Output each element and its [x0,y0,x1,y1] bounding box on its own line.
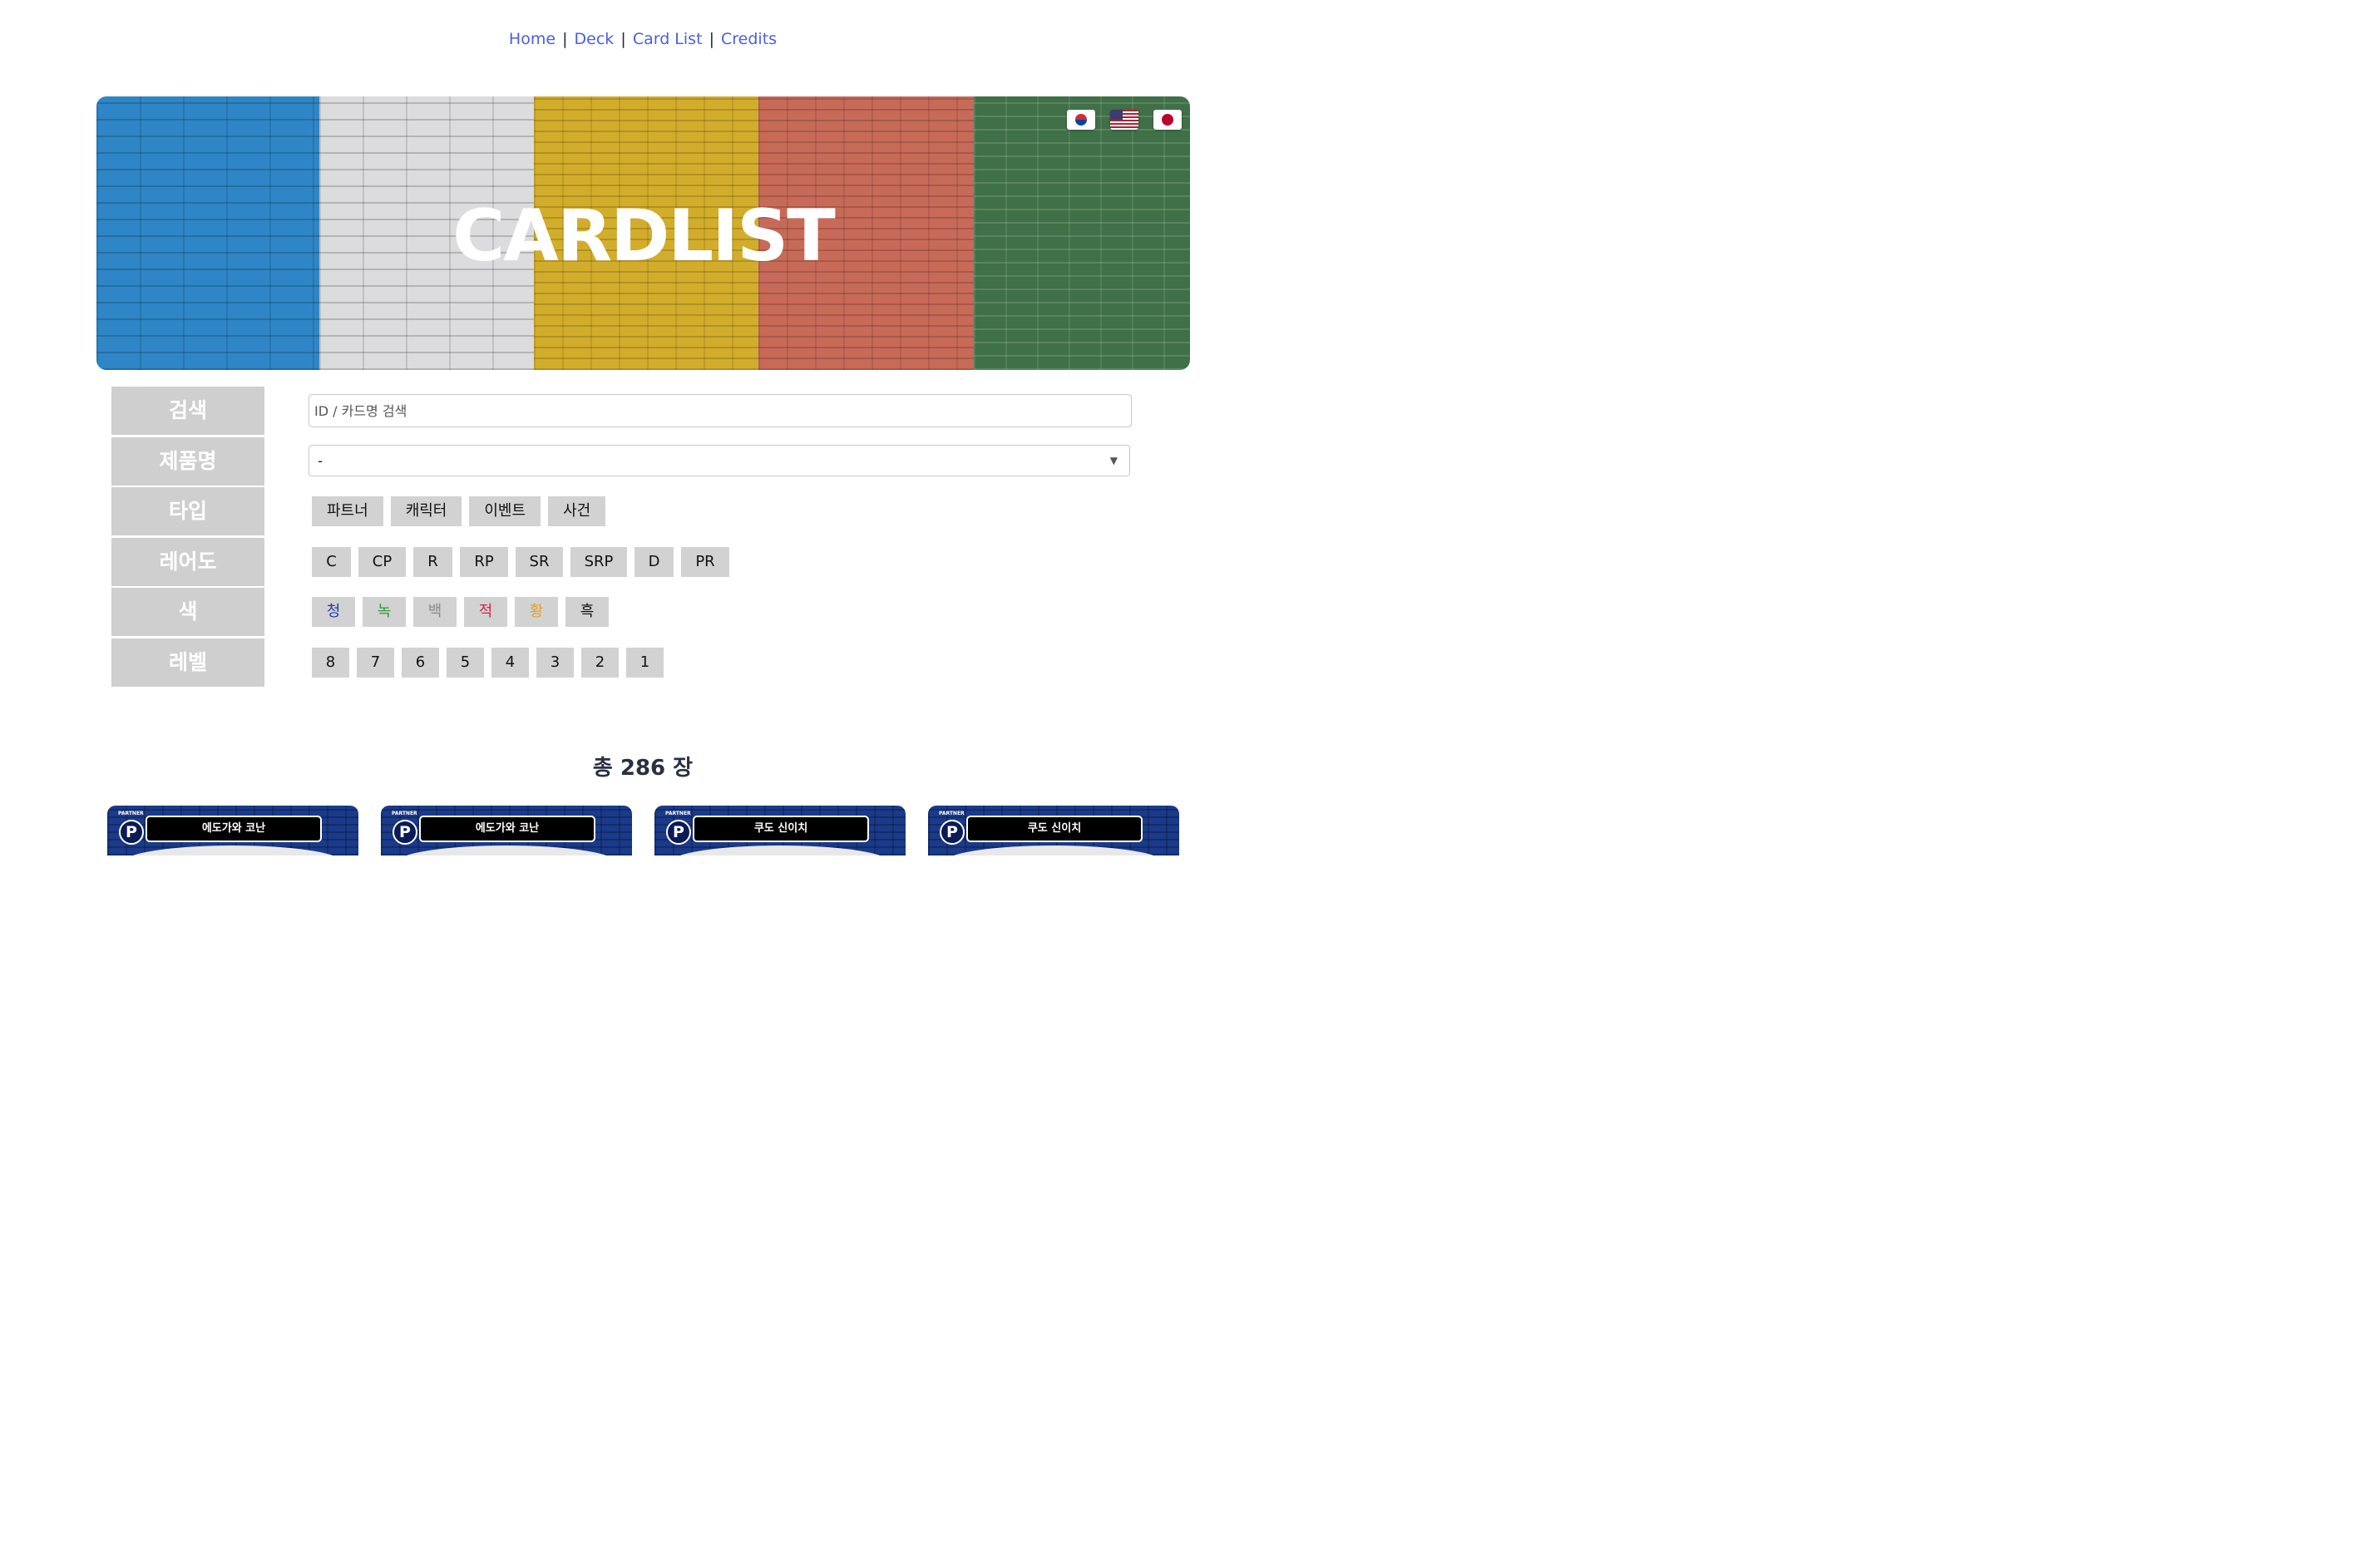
type-chip-character[interactable]: 캐릭터 [390,496,462,526]
card-name: 에도가와 코난 [419,816,595,842]
chevron-down-icon: ▼ [1109,455,1118,466]
filter-row-rarity: 레어도 C CP R RP SR SRP D PR [111,538,1133,586]
color-chip-group: 청 녹 백 적 황 흑 [312,597,609,627]
filter-label-search: 검색 [111,387,264,435]
type-chip-incident[interactable]: 사건 [548,496,606,526]
rarity-chip-pr[interactable]: PR [681,547,729,577]
color-chip-black[interactable]: 흑 [565,597,609,627]
level-chip-7[interactable]: 7 [357,648,394,678]
color-chip-red[interactable]: 적 [464,597,507,627]
color-chip-blue[interactable]: 청 [312,597,355,627]
product-select[interactable]: - ▼ [309,445,1130,476]
level-chip-1[interactable]: 1 [626,648,664,678]
card-art [671,846,889,855]
page-title: CARDLIST [452,195,836,278]
search-input[interactable] [309,394,1132,427]
card-name: 쿠도 신이치 [966,816,1143,842]
level-chip-5[interactable]: 5 [447,648,484,678]
level-chip-2[interactable]: 2 [581,648,619,678]
color-chip-yellow[interactable]: 황 [515,597,558,627]
partner-badge-icon: P [393,820,417,845]
color-chip-white[interactable]: 백 [413,597,457,627]
card-item[interactable]: PARTNER P 에도가와 코난 [107,806,358,855]
language-switcher [1067,110,1182,130]
rarity-chip-cp[interactable]: CP [358,547,406,577]
level-chip-3[interactable]: 3 [536,648,574,678]
rarity-chip-sr[interactable]: SR [516,547,563,577]
card-art [397,846,615,855]
nav-separator: | [562,30,568,48]
card-type-tag: PARTNER [939,811,965,816]
level-chip-group: 8 7 6 5 4 3 2 1 [312,648,664,678]
nav-link-card-list[interactable]: Card List [633,30,703,48]
rarity-chip-rp[interactable]: RP [460,547,508,577]
card-art [945,846,1163,855]
filter-label-rarity: 레어도 [111,538,264,586]
card-type-tag: PARTNER [665,811,691,816]
result-count: 총 286 장 [592,756,694,781]
card-type-tag: PARTNER [392,811,417,816]
filter-label-type: 타입 [111,487,264,535]
korea-flag-icon[interactable] [1067,110,1095,130]
rarity-chip-group: C CP R RP SR SRP D PR [312,547,729,577]
card-item[interactable]: PARTNER P 쿠도 신이치 [654,806,906,855]
partner-badge-icon: P [940,820,965,845]
japan-flag-icon[interactable] [1153,110,1182,130]
rarity-chip-srp[interactable]: SRP [570,547,627,577]
hero-banner: CARDLIST [96,96,1190,370]
top-nav: Home | Deck | Card List | Credits [0,30,1286,48]
filter-label-level: 레벨 [111,638,264,687]
nav-separator: | [709,30,714,48]
level-chip-8[interactable]: 8 [312,648,349,678]
rarity-chip-r[interactable]: R [413,547,452,577]
filter-label-product: 제품명 [111,437,264,486]
nav-link-deck[interactable]: Deck [575,30,615,48]
card-item[interactable]: PARTNER P 쿠도 신이치 [928,806,1179,855]
product-select-value: - [318,453,323,470]
filter-row-type: 타입 파트너 캐릭터 이벤트 사건 [111,487,1133,535]
filter-row-level: 레벨 8 7 6 5 4 3 2 1 [111,638,1133,687]
nav-separator: | [620,30,626,48]
nav-link-home[interactable]: Home [509,30,555,48]
rarity-chip-c[interactable]: C [312,547,351,577]
type-chip-partner[interactable]: 파트너 [312,496,383,526]
card-art [124,846,342,855]
level-chip-6[interactable]: 6 [402,648,439,678]
card-type-tag: PARTNER [118,811,144,816]
usa-flag-icon[interactable] [1110,110,1138,130]
filter-row-product: 제품명 - ▼ [111,437,1133,486]
card-name: 에도가와 코난 [146,816,322,842]
level-chip-4[interactable]: 4 [491,648,529,678]
partner-badge-icon: P [119,820,144,845]
rarity-chip-d[interactable]: D [635,547,674,577]
partner-badge-icon: P [666,820,691,845]
filter-row-search: 검색 [111,387,1133,435]
filter-row-color: 색 청 녹 백 적 황 흑 [111,588,1133,636]
card-item[interactable]: PARTNER P 에도가와 코난 [381,806,632,855]
card-name: 쿠도 신이치 [693,816,869,842]
type-chip-event[interactable]: 이벤트 [469,496,541,526]
color-chip-green[interactable]: 녹 [363,597,406,627]
nav-link-credits[interactable]: Credits [721,30,777,48]
filter-label-color: 색 [111,588,264,636]
type-chip-group: 파트너 캐릭터 이벤트 사건 [312,496,606,526]
